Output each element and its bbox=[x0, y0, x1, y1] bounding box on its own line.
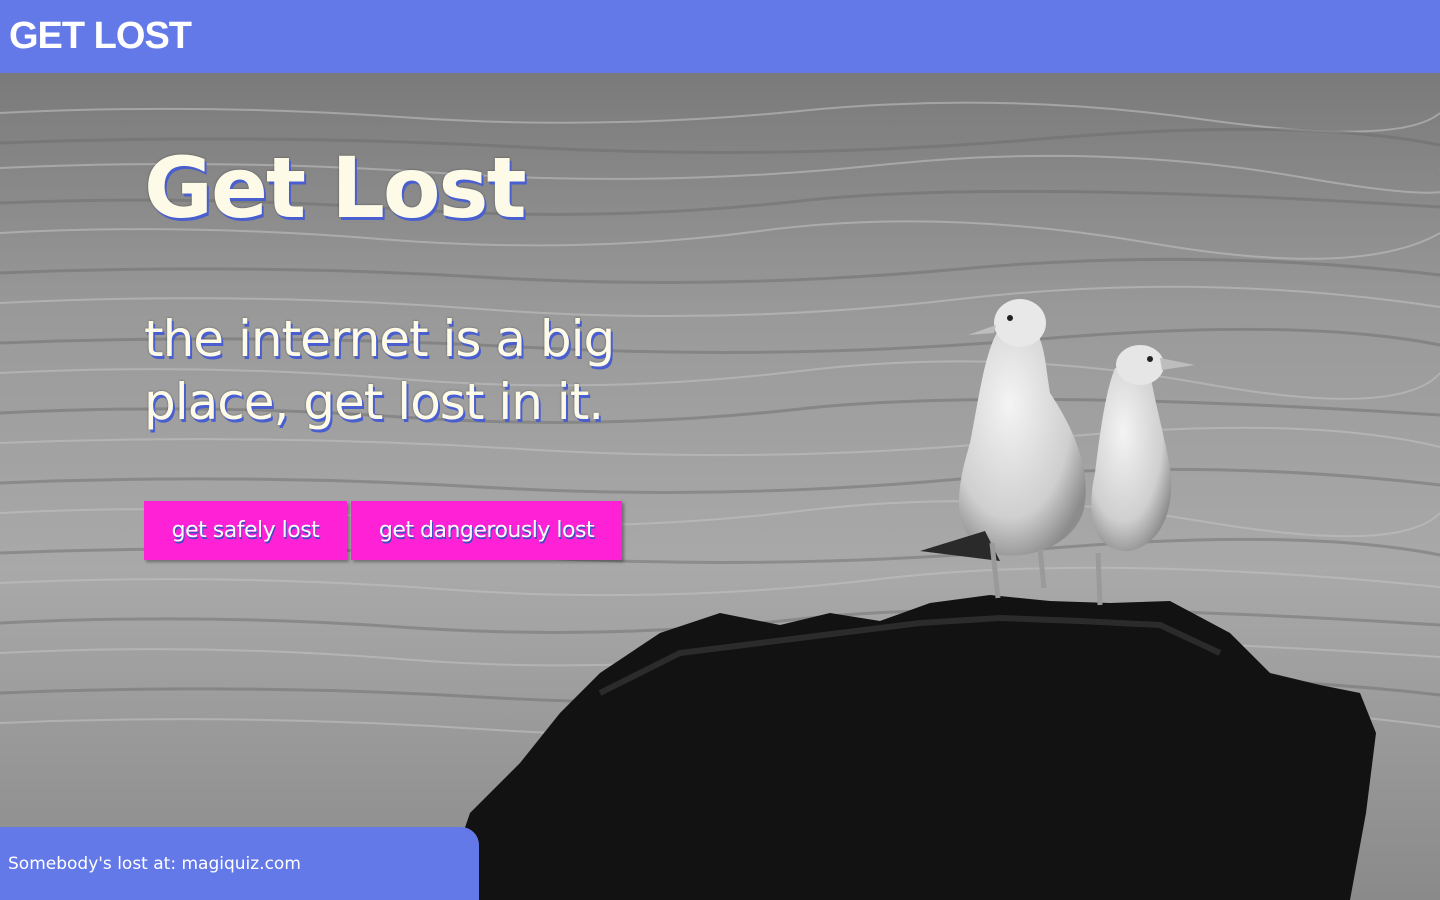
page: GET LOST Get Lost the internet is a big … bbox=[0, 0, 1440, 900]
get-safely-lost-button[interactable]: get safely lost bbox=[144, 501, 347, 560]
footer-site-link[interactable]: magiquiz.com bbox=[181, 854, 300, 874]
footer-prefix: Somebody's lost at: bbox=[8, 854, 177, 874]
action-buttons: get safely lost get dangerously lost bbox=[144, 501, 622, 560]
site-logo[interactable]: GET LOST bbox=[9, 14, 192, 58]
footer-text: Somebody's lost at: magiquiz.com bbox=[8, 853, 301, 875]
hero-title: Get Lost bbox=[144, 139, 527, 237]
top-navigation-bar: GET LOST bbox=[0, 0, 1440, 73]
get-dangerously-lost-button[interactable]: get dangerously lost bbox=[351, 501, 622, 560]
hero-subtitle: the internet is a big place, get lost in… bbox=[144, 310, 615, 431]
footer-card: Somebody's lost at: magiquiz.com bbox=[0, 827, 479, 900]
